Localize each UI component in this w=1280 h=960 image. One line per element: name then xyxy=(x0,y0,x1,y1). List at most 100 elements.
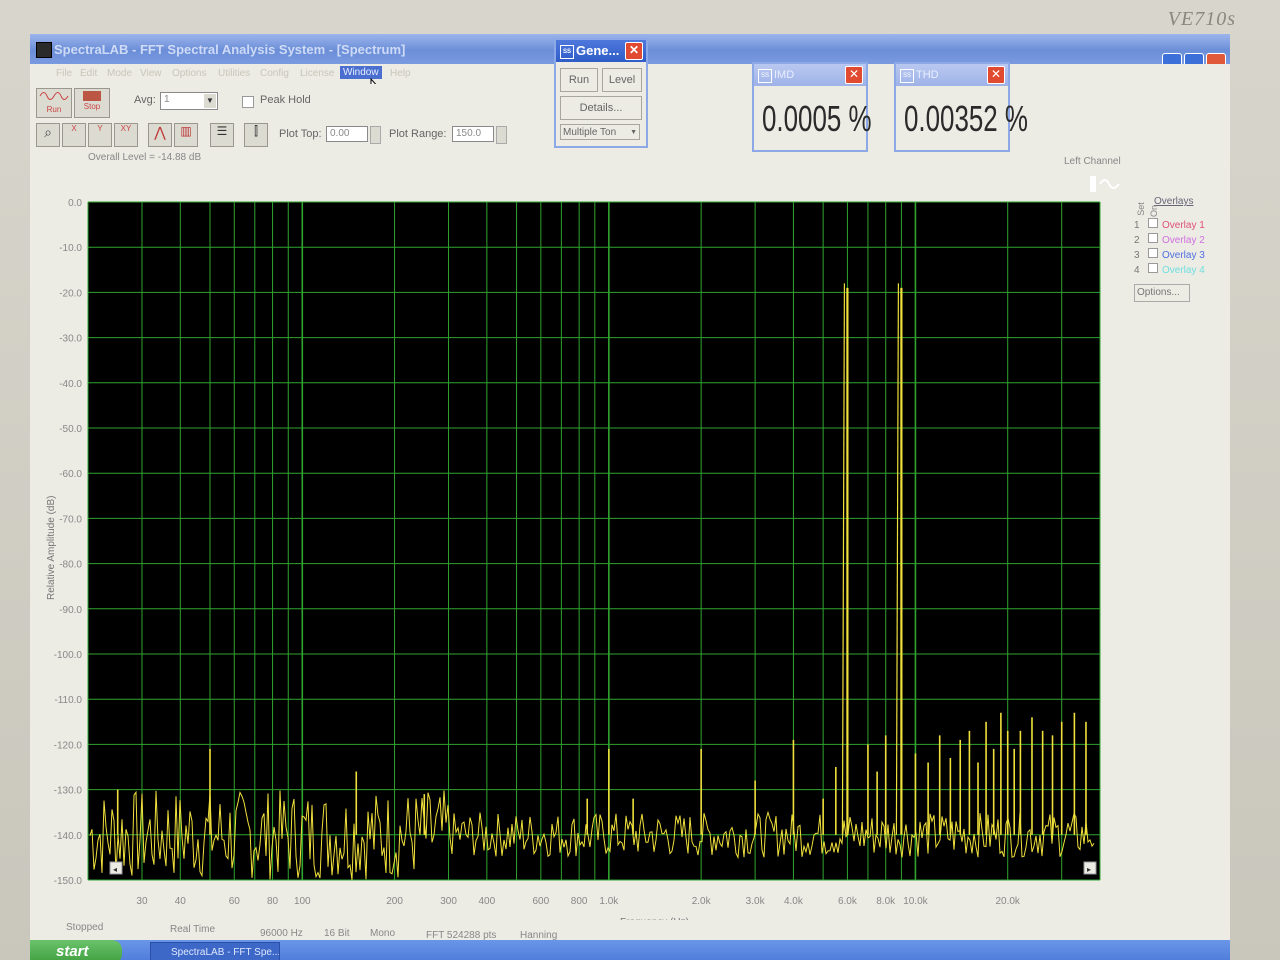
x-tick-label: 3.0k xyxy=(746,896,766,907)
thd-close-button[interactable]: ✕ xyxy=(987,66,1005,84)
imd-title: IMD xyxy=(774,69,795,81)
imd-app-icon: SS xyxy=(758,69,772,83)
zoom-x-button[interactable]: X xyxy=(62,123,86,147)
overlay-checkbox[interactable] xyxy=(1148,218,1158,228)
y-tick-label: -130.0 xyxy=(54,786,83,797)
chevron-down-icon: ▼ xyxy=(630,129,637,136)
avg-label: Avg: xyxy=(134,94,156,106)
overlay-checkbox[interactable] xyxy=(1148,263,1158,273)
overlay-checkbox[interactable] xyxy=(1148,248,1158,258)
overlay-number: 1 xyxy=(1134,220,1140,231)
app-icon[interactable] xyxy=(36,42,52,58)
avg-select[interactable]: 1 ▼ xyxy=(160,92,218,110)
generator-run-button[interactable]: Run xyxy=(560,68,598,92)
zoom-xy-button[interactable]: XY xyxy=(114,123,138,147)
y-axis-label: Relative Amplitude (dB) xyxy=(46,496,57,601)
menu-help[interactable]: Help xyxy=(390,68,411,79)
status-bits: 16 Bit xyxy=(324,928,350,939)
menu-options[interactable]: Options xyxy=(172,68,206,79)
imd-window: SS IMD ✕ 0.0005 % xyxy=(752,62,872,152)
thd-window: SS THD ✕ 0.00352 % xyxy=(894,62,1028,152)
zoom-icon[interactable]: ⌕ xyxy=(36,123,60,147)
y-tick-label: 0.0 xyxy=(68,198,82,209)
status-channels: Mono xyxy=(370,928,396,939)
generator-app-icon: SS xyxy=(560,45,574,59)
x-tick-label: 6.0k xyxy=(838,896,858,907)
menu-file[interactable]: File xyxy=(56,68,72,79)
menu-config[interactable]: Config xyxy=(260,68,289,79)
menu-license[interactable]: License xyxy=(300,68,334,79)
overlay-number: 3 xyxy=(1134,250,1140,261)
overlay-number: 4 xyxy=(1134,265,1140,276)
plot-area: Overall Level = -14.88 dB Left Channel 0… xyxy=(30,150,1230,930)
options-label: Options... xyxy=(1137,287,1180,298)
spectrum-chart[interactable]: 0.0 -10.0 -20.0 -30.0 -40.0 -50.0 -60.0 -70.0 -8… xyxy=(30,150,1130,930)
start-button[interactable]: start xyxy=(30,940,122,960)
plot-top-input[interactable]: 0.00 xyxy=(326,126,368,142)
options-button[interactable]: Options... xyxy=(1134,284,1190,302)
scroll-left-icon[interactable]: ◂ xyxy=(109,861,123,875)
y-tick-label: -70.0 xyxy=(59,514,82,525)
zoom-y-button[interactable]: Y xyxy=(88,123,112,147)
stop-icon xyxy=(83,91,101,101)
taskbar-item-spectralab[interactable]: SpectraLAB - FFT Spe... xyxy=(150,942,280,960)
monitor-brand: VE710s xyxy=(1167,8,1236,30)
menu-edit[interactable]: Edit xyxy=(80,68,97,79)
imd-value: 0.0005 % xyxy=(762,98,872,139)
y-tick-label: -40.0 xyxy=(59,379,82,390)
overlay-name: Overlay 1 xyxy=(1162,220,1205,231)
list-icon[interactable]: ☰ xyxy=(210,123,234,147)
plot-top-spinner[interactable] xyxy=(370,126,381,144)
overlay-row[interactable]: 1 Overlay 1 xyxy=(1134,218,1205,232)
generator-level-button[interactable]: Level xyxy=(602,68,642,92)
overlay-row[interactable]: 3 Overlay 3 xyxy=(1134,248,1205,262)
thd-value: 0.00352 % xyxy=(904,98,1028,139)
y-tick-label: -90.0 xyxy=(59,605,82,616)
x-tick-label: 40 xyxy=(175,896,187,907)
plot-top-value: 0.00 xyxy=(330,128,350,139)
imd-close-button[interactable]: ✕ xyxy=(845,66,863,84)
x-tick-label: 1.0k xyxy=(599,896,619,907)
y-tick-label: -100.0 xyxy=(54,650,83,661)
imd-title-bar[interactable]: SS IMD ✕ xyxy=(754,64,866,86)
taskbar: start SpectraLAB - FFT Spe... xyxy=(30,940,1230,960)
overlay-name: Overlay 2 xyxy=(1162,235,1205,246)
chevron-down-icon[interactable]: ▼ xyxy=(204,94,216,108)
y-tick-label: -10.0 xyxy=(59,243,82,254)
sine-wave-icon xyxy=(39,92,69,100)
scroll-right-icon[interactable]: ▸ xyxy=(1083,861,1097,875)
marker-icon[interactable]: ⫿ xyxy=(244,123,268,147)
plot-range-spinner[interactable] xyxy=(496,126,507,144)
generator-icon[interactable] xyxy=(1090,176,1120,192)
overlays-panel: Overlays Set On 1 Overlay 1 2 Overlay 2 3 Ove… xyxy=(1130,190,1230,310)
peak-icon[interactable]: ⋀ xyxy=(148,123,172,147)
stop-button[interactable]: Stop xyxy=(74,88,110,118)
overlay-row[interactable]: 4 Overlay 4 xyxy=(1134,263,1205,277)
x-tick-label: 2.0k xyxy=(692,896,712,907)
menu-mode[interactable]: Mode xyxy=(107,68,132,79)
plot-range-input[interactable]: 150.0 xyxy=(452,126,494,142)
overlays-header[interactable]: Overlays xyxy=(1154,196,1193,207)
y-tick-label: -80.0 xyxy=(59,560,82,571)
run-label: Run xyxy=(46,105,62,114)
peak-hold-checkbox[interactable] xyxy=(242,96,254,108)
generator-details-button[interactable]: Details... xyxy=(560,96,642,120)
menu-view[interactable]: View xyxy=(140,68,162,79)
bar-graph-icon[interactable]: ▥ xyxy=(174,123,198,147)
overlay-name: Overlay 4 xyxy=(1162,265,1205,276)
generator-close-button[interactable]: ✕ xyxy=(625,42,643,60)
plot-top-label: Plot Top: xyxy=(279,128,322,140)
thd-title-bar[interactable]: SS THD ✕ xyxy=(896,64,1008,86)
overlay-row[interactable]: 2 Overlay 2 xyxy=(1134,233,1205,247)
svg-text:◂: ◂ xyxy=(113,865,117,874)
generator-mode-select[interactable]: Multiple Ton ▼ xyxy=(560,124,640,140)
x-tick-label: 600 xyxy=(532,896,549,907)
y-tick-label: -30.0 xyxy=(59,334,82,345)
menu-utilities[interactable]: Utilities xyxy=(218,68,250,79)
overlay-checkbox[interactable] xyxy=(1148,233,1158,243)
svg-text:▸: ▸ xyxy=(1087,865,1091,874)
plot-grid xyxy=(87,201,1101,881)
y-axis-ticks: 0.0 -10.0 -20.0 -30.0 -40.0 -50.0 -60.0 -70.0 -8… xyxy=(54,198,83,887)
generator-title-bar[interactable]: SS Gene... ✕ xyxy=(556,40,646,62)
run-button[interactable]: Run xyxy=(36,88,72,118)
